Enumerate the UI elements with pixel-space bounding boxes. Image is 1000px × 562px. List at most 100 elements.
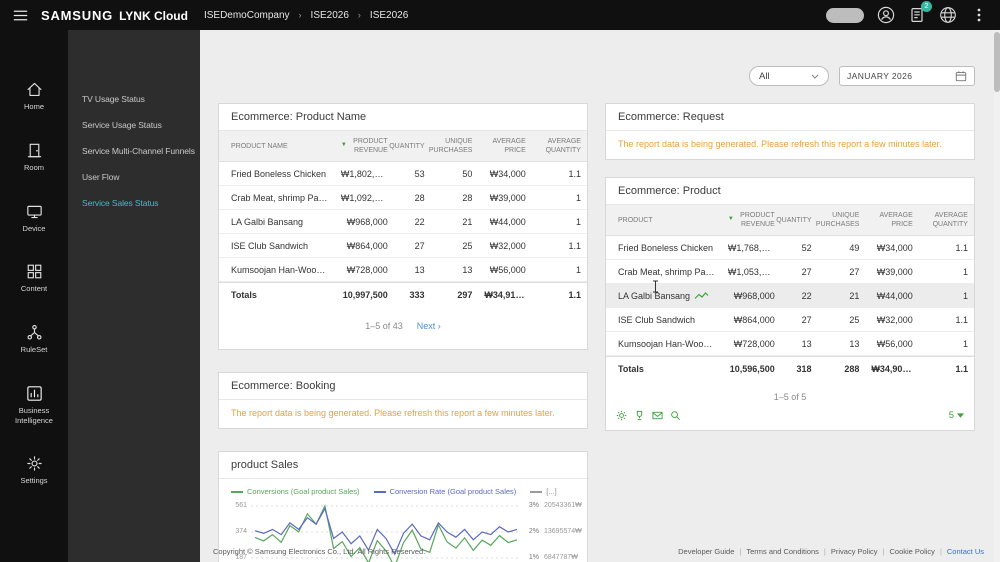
totals-row: Totals 10,596,500 318 288 ₩34,901.04 1.1 — [606, 356, 974, 380]
sidebar-item-ruleset[interactable]: RuleSet — [0, 323, 68, 355]
sidebar-item-label: Business Intelligence — [15, 405, 53, 425]
column-header[interactable]: PRODUCT — [606, 205, 722, 235]
subsidebar-item-tv-usage-status[interactable]: TV Usage Status — [68, 86, 200, 112]
table-cell: 22 — [414, 216, 425, 227]
footer-link-developer-guide[interactable]: Developer Guide — [678, 547, 734, 556]
column-header[interactable]: AVERAGE QUANTITY — [532, 131, 587, 161]
vertical-scrollbar[interactable] — [994, 30, 1000, 562]
table-cell: ₩32,000 — [489, 240, 526, 251]
notifications-button[interactable]: 2 — [908, 1, 932, 24]
gear-icon — [26, 456, 42, 471]
user-avatar-icon — [877, 6, 895, 24]
breadcrumb-item[interactable]: ISE2026 — [370, 10, 408, 21]
breadcrumb-item[interactable]: ISEDemoCompany — [204, 10, 290, 21]
report-generating-message: The report data is being generated. Plea… — [231, 408, 555, 419]
chevron-down-icon — [811, 74, 819, 79]
footer-link-terms[interactable]: Terms and Conditions — [746, 547, 819, 556]
column-header[interactable]: UNIQUE PURCHASES — [816, 205, 866, 235]
footer-separator: | — [739, 547, 742, 556]
bar-chart-icon — [26, 386, 42, 401]
scope-select-value: All — [759, 70, 770, 82]
column-header[interactable]: AVERAGE PRICE — [478, 131, 531, 161]
sidebar-item-business-intelligence[interactable]: Business Intelligence — [0, 384, 68, 426]
table-cell: ₩968,000 — [346, 216, 388, 227]
next-page-link[interactable]: Next › — [417, 321, 441, 331]
column-header[interactable]: AVERAGE PRICE — [865, 205, 918, 235]
column-header[interactable]: QUANTITY — [776, 205, 818, 235]
table-row[interactable]: Fried Boneless Chicken ₩1,768,000 52 49 ₩34,… — [606, 236, 974, 261]
table-row[interactable]: LA Galbi Bansang ₩968,000 22 21 ₩44,000 1 — [219, 210, 587, 235]
column-header[interactable]: PRODUCT NAME — [219, 131, 335, 161]
table-cell: 1 — [962, 266, 968, 277]
scrollbar-thumb[interactable] — [994, 32, 1000, 92]
page-size-select[interactable]: 5 — [949, 410, 964, 421]
footer-separator: | — [823, 547, 826, 556]
footer-link-privacy[interactable]: Privacy Policy — [831, 547, 878, 556]
table-cell: ₩34,000 — [876, 242, 913, 253]
subsidebar-item-user-flow[interactable]: User Flow — [68, 164, 200, 190]
more-options-button[interactable] — [970, 6, 988, 24]
table-header: PRODUCT ▼ PRODUCT REVENUE QUANTITY UNIQUE… — [606, 205, 974, 237]
table-cell: Kumsoojan Han-WooBeef Tartar B... — [231, 264, 335, 275]
sidebar-item-device[interactable]: Device — [0, 202, 68, 234]
subsidebar-item-service-multi-channel-funnels[interactable]: Service Multi-Channel Funnels — [68, 138, 200, 164]
table-cell: 21 — [849, 290, 860, 301]
footer-link-contact-us[interactable]: Contact Us — [947, 547, 984, 556]
column-header[interactable]: ▼ PRODUCT REVENUE — [335, 131, 394, 161]
account-button[interactable] — [877, 6, 895, 24]
zoom-search-icon[interactable] — [670, 410, 681, 421]
table-row[interactable]: Crab Meat, shrimp Pasta ₩1,092,000 28 28 ₩39… — [219, 186, 587, 211]
scope-select[interactable]: All — [749, 66, 829, 86]
booking-card: Ecommerce: Booking The report data is be… — [218, 372, 588, 430]
table-row[interactable]: Kumsoojan Han-WooBeef Tartar B... ₩728,00… — [606, 332, 974, 357]
footer-links: Developer Guide | Terms and Conditions | P… — [678, 547, 984, 556]
table-cell: Crab Meat, shrimp Pasta — [618, 266, 718, 277]
chevron-down-icon — [957, 413, 964, 418]
footer-link-cookie[interactable]: Cookie Policy — [890, 547, 935, 556]
breadcrumb-separator: › — [357, 10, 361, 20]
legend-item-conversion-rate[interactable]: Conversion Rate (Goal product Sales) — [373, 487, 516, 496]
sidebar-item-settings[interactable]: Settings — [0, 454, 68, 486]
column-header[interactable]: AVERAGE QUANTITY — [919, 205, 974, 235]
totals-cell: 288 — [844, 363, 860, 374]
menu-icon[interactable] — [12, 7, 29, 24]
report-generating-message: The report data is being generated. Plea… — [618, 139, 942, 149]
table-cell: ₩1,092,000 — [340, 192, 390, 203]
request-card: Ecommerce: Request The report data is be… — [605, 103, 975, 160]
totals-cell: 1.1 — [568, 289, 581, 300]
table-cell: ₩32,000 — [876, 314, 913, 325]
column-header[interactable]: ▼ PRODUCT REVENUE — [722, 205, 781, 235]
table-row[interactable]: ISE Club Sandwich ₩864,000 27 25 ₩32,000 1.1 — [606, 308, 974, 333]
table-row[interactable]: LA Galbi Bansang ₩968,000 22 21 ₩44,000 1 — [606, 284, 974, 309]
search-input[interactable] — [826, 7, 864, 23]
column-header[interactable]: UNIQUE PURCHASES — [429, 131, 479, 161]
breadcrumb: ISEDemoCompany › ISE2026 › ISE2026 — [204, 10, 408, 21]
legend-item-truncated[interactable]: [...] — [530, 487, 557, 496]
sidebar-item-room[interactable]: Room — [0, 141, 68, 173]
breadcrumb-item[interactable]: ISE2026 — [311, 10, 349, 21]
subsidebar-item-service-sales-status[interactable]: Service Sales Status — [68, 190, 200, 216]
settings-gear-icon[interactable] — [616, 410, 627, 421]
month-picker[interactable]: JANUARY 2026 — [839, 66, 975, 86]
mail-icon[interactable] — [652, 410, 663, 421]
language-button[interactable] — [939, 6, 957, 24]
table-cell: 27 — [414, 240, 425, 251]
subsidebar-item-service-usage-status[interactable]: Service Usage Status — [68, 112, 200, 138]
table-row[interactable]: Fried Boneless Chicken ₩1,802,000 53 50 ₩34,… — [219, 162, 587, 187]
table-cell: 49 — [849, 242, 860, 253]
room-door-icon — [27, 143, 41, 157]
table-cell: 1 — [575, 192, 581, 203]
table-row[interactable]: Crab Meat, shrimp Pasta ₩1,053,000 27 27 ₩39… — [606, 260, 974, 285]
card-title: Ecommerce: Booking — [219, 373, 587, 401]
legend-item-conversions[interactable]: Conversions (Goal product Sales) — [231, 487, 360, 496]
totals-cell: 10,596,500 — [729, 363, 775, 374]
totals-cell: 333 — [409, 289, 425, 300]
trophy-icon[interactable] — [634, 410, 645, 421]
table-row[interactable]: ISE Club Sandwich ₩864,000 27 25 ₩32,000 1.1 — [219, 234, 587, 259]
legend-swatch — [231, 490, 243, 493]
sidebar-item-home[interactable]: Home — [0, 80, 68, 112]
column-header[interactable]: QUANTITY — [389, 131, 431, 161]
sidebar-item-content[interactable]: Content — [0, 262, 68, 294]
table-row[interactable]: Kumsoojan Han-WooBeef Tartar B... ₩728,00… — [219, 258, 587, 283]
table-body: Fried Boneless Chicken ₩1,802,000 53 50 ₩34,… — [219, 162, 587, 283]
